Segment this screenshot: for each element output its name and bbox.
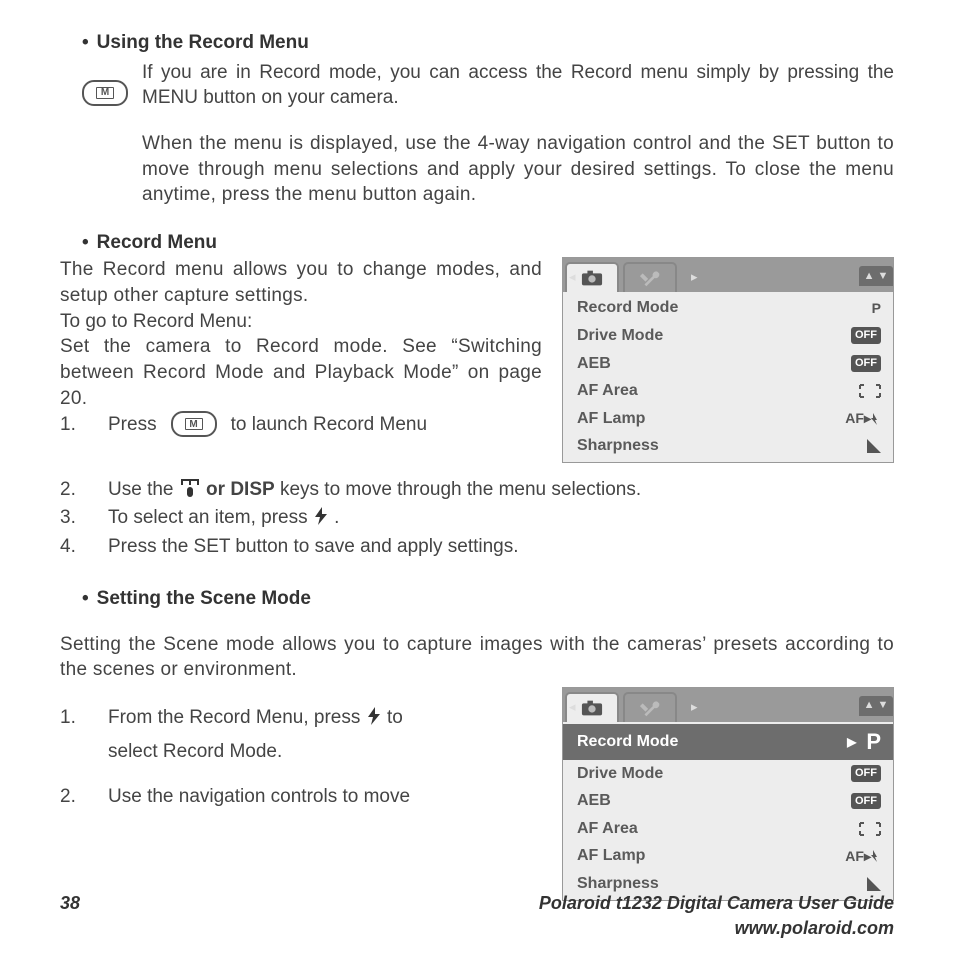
step-num-4: 4. <box>60 534 94 560</box>
af-lamp-icon: AF▸ <box>845 409 881 428</box>
heading-using-record-menu: Using the Record Menu <box>97 30 309 56</box>
text-record-menu-1: The Record menu allows you to change mod… <box>60 257 542 308</box>
scene-step-num-1: 1. <box>60 705 94 733</box>
menu-row-af-area: AF Area <box>563 377 893 405</box>
sharpness-icon <box>867 877 881 891</box>
tab-tools-icon <box>623 262 677 292</box>
step-num-3: 3. <box>60 505 94 533</box>
menu-row-drive-mode: Drive ModeOFF <box>563 322 893 350</box>
step-4-text: Press the SET button to save and apply s… <box>108 534 519 560</box>
record-menu-screenshot-2: ◂ ▸ ▲ ▼ Record Mode▶P Drive ModeOFF AEBO… <box>562 687 894 901</box>
tab-tools-icon <box>623 692 677 722</box>
menu-row-aeb: AEBOFF <box>563 787 893 815</box>
heading-record-menu: Record Menu <box>97 230 217 256</box>
menu-row-af-lamp: AF LampAF▸ <box>563 405 893 433</box>
af-lamp-icon: AF▸ <box>845 847 881 866</box>
heading-scene-mode: Setting the Scene Mode <box>97 586 311 612</box>
flash-icon <box>313 507 329 533</box>
step-2-text-b: keys to move through the menu selections… <box>280 479 641 500</box>
step-num-2: 2. <box>60 477 94 503</box>
step-1-text-a: Press <box>108 412 157 438</box>
menu-row-sharpness: Sharpness <box>563 432 893 460</box>
record-menu-screenshot-1: ◂ ▸ ▲ ▼ Record ModeP Drive ModeOFF AEBOF… <box>562 257 894 463</box>
step-3-text-a: To select an item, press <box>108 507 313 528</box>
text-p1: If you are in Record mode, you can acces… <box>142 60 894 111</box>
flash-icon <box>366 707 382 733</box>
af-area-icon <box>859 822 881 836</box>
step-num-1: 1. <box>60 412 94 438</box>
step-2-text-a: Use the <box>108 479 179 500</box>
scroll-indicator-icon: ▲ ▼ <box>859 696 893 716</box>
menu-row-drive-mode: Drive ModeOFF <box>563 760 893 788</box>
menu-button-icon <box>82 80 128 106</box>
page-number: 38 <box>60 891 80 915</box>
menu-row-record-mode-selected: Record Mode▶P <box>563 724 893 760</box>
af-area-icon <box>859 384 881 398</box>
menu-row-af-area: AF Area <box>563 815 893 843</box>
scene-step-1b: to <box>387 707 403 728</box>
sharpness-icon <box>867 439 881 453</box>
text-record-menu-3: Set the camera to Record mode. See “Swit… <box>60 334 542 411</box>
scroll-indicator-icon: ▲ ▼ <box>859 266 893 286</box>
footer-title: Polaroid t1232 Digital Camera User Guide <box>539 891 894 915</box>
text-scene-1: Setting the Scene mode allows you to cap… <box>60 632 894 683</box>
menu-row-af-lamp: AF LampAF▸ <box>563 842 893 870</box>
text-record-menu-2: To go to Record Menu: <box>60 309 542 335</box>
footer-url: www.polaroid.com <box>539 916 894 940</box>
scene-step-1c: select Record Mode. <box>108 739 282 765</box>
macro-icon <box>179 479 201 497</box>
step-2-disp: or DISP <box>206 479 275 500</box>
text-p2: When the menu is displayed, use the 4-wa… <box>142 131 894 208</box>
menu-button-icon <box>171 411 217 437</box>
menu-row-record-mode: Record ModeP <box>563 294 893 322</box>
step-3-text-b: . <box>334 507 339 528</box>
scene-step-1a: From the Record Menu, press <box>108 707 366 728</box>
menu-row-aeb: AEBOFF <box>563 350 893 378</box>
scene-step-num-2: 2. <box>60 784 94 810</box>
scene-step-2: Use the navigation controls to move <box>108 784 410 810</box>
step-1-text-b: to launch Record Menu <box>231 412 427 438</box>
